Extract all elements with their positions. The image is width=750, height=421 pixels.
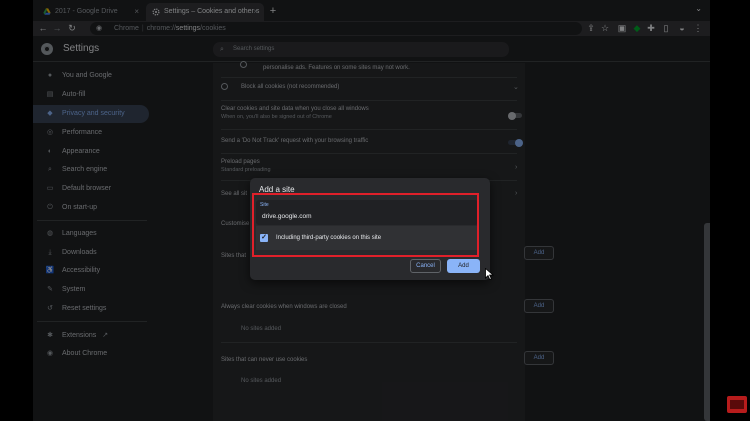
highlight-annotation: [252, 193, 479, 257]
browser-window: 2017 - Google Drive × Settings – Cookies…: [33, 0, 710, 421]
cancel-button[interactable]: Cancel: [410, 259, 441, 273]
channel-logo: [727, 396, 747, 413]
add-site-button[interactable]: Add: [447, 259, 480, 273]
mouse-cursor-icon: [485, 268, 494, 280]
